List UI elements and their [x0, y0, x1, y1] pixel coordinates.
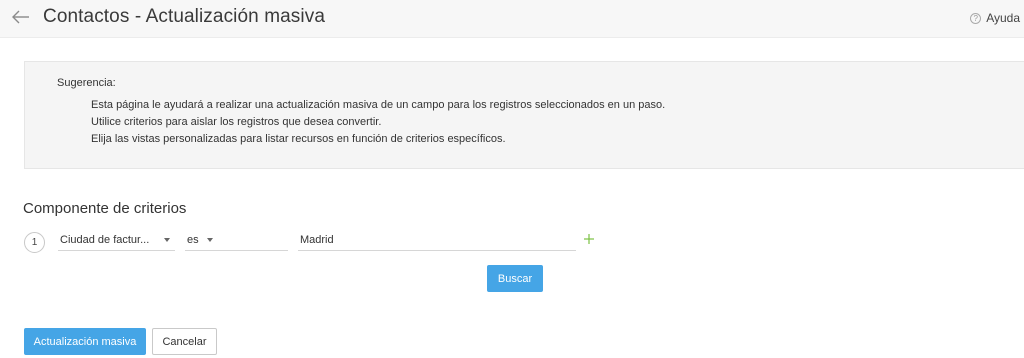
help-link[interactable]: ? Ayuda — [970, 11, 1020, 25]
criteria-value-input[interactable] — [298, 229, 576, 251]
criteria-row-number: 1 — [24, 232, 45, 253]
tip-line: Esta página le ayudará a realizar una ac… — [91, 99, 666, 111]
mass-update-button[interactable]: Actualización masiva — [24, 328, 146, 355]
tip-label: Sugerencia: — [57, 77, 116, 89]
add-criteria-icon[interactable] — [583, 232, 595, 244]
tip-line: Elija las vistas personalizadas para lis… — [91, 133, 506, 145]
caret-down-icon — [207, 238, 213, 242]
criteria-operator-value: es — [187, 234, 199, 246]
criteria-operator-select[interactable]: es — [185, 229, 288, 251]
back-arrow-icon[interactable] — [10, 6, 32, 28]
cancel-button[interactable]: Cancelar — [152, 328, 217, 355]
tip-box: Sugerencia: Esta página le ayudará a rea… — [24, 61, 1024, 169]
caret-down-icon — [164, 238, 170, 242]
criteria-field-value: Ciudad de factur... — [60, 234, 150, 246]
help-label: Ayuda — [986, 11, 1020, 25]
search-button[interactable]: Buscar — [487, 265, 543, 292]
page-header: Contactos - Actualización masiva ? Ayuda — [0, 0, 1024, 38]
criteria-field-select[interactable]: Ciudad de factur... — [58, 229, 175, 251]
page-title: Contactos - Actualización masiva — [43, 6, 325, 27]
tip-line: Utilice criterios para aislar los regist… — [91, 116, 382, 128]
help-icon: ? — [970, 12, 982, 24]
criteria-section-title: Componente de criterios — [23, 200, 187, 217]
